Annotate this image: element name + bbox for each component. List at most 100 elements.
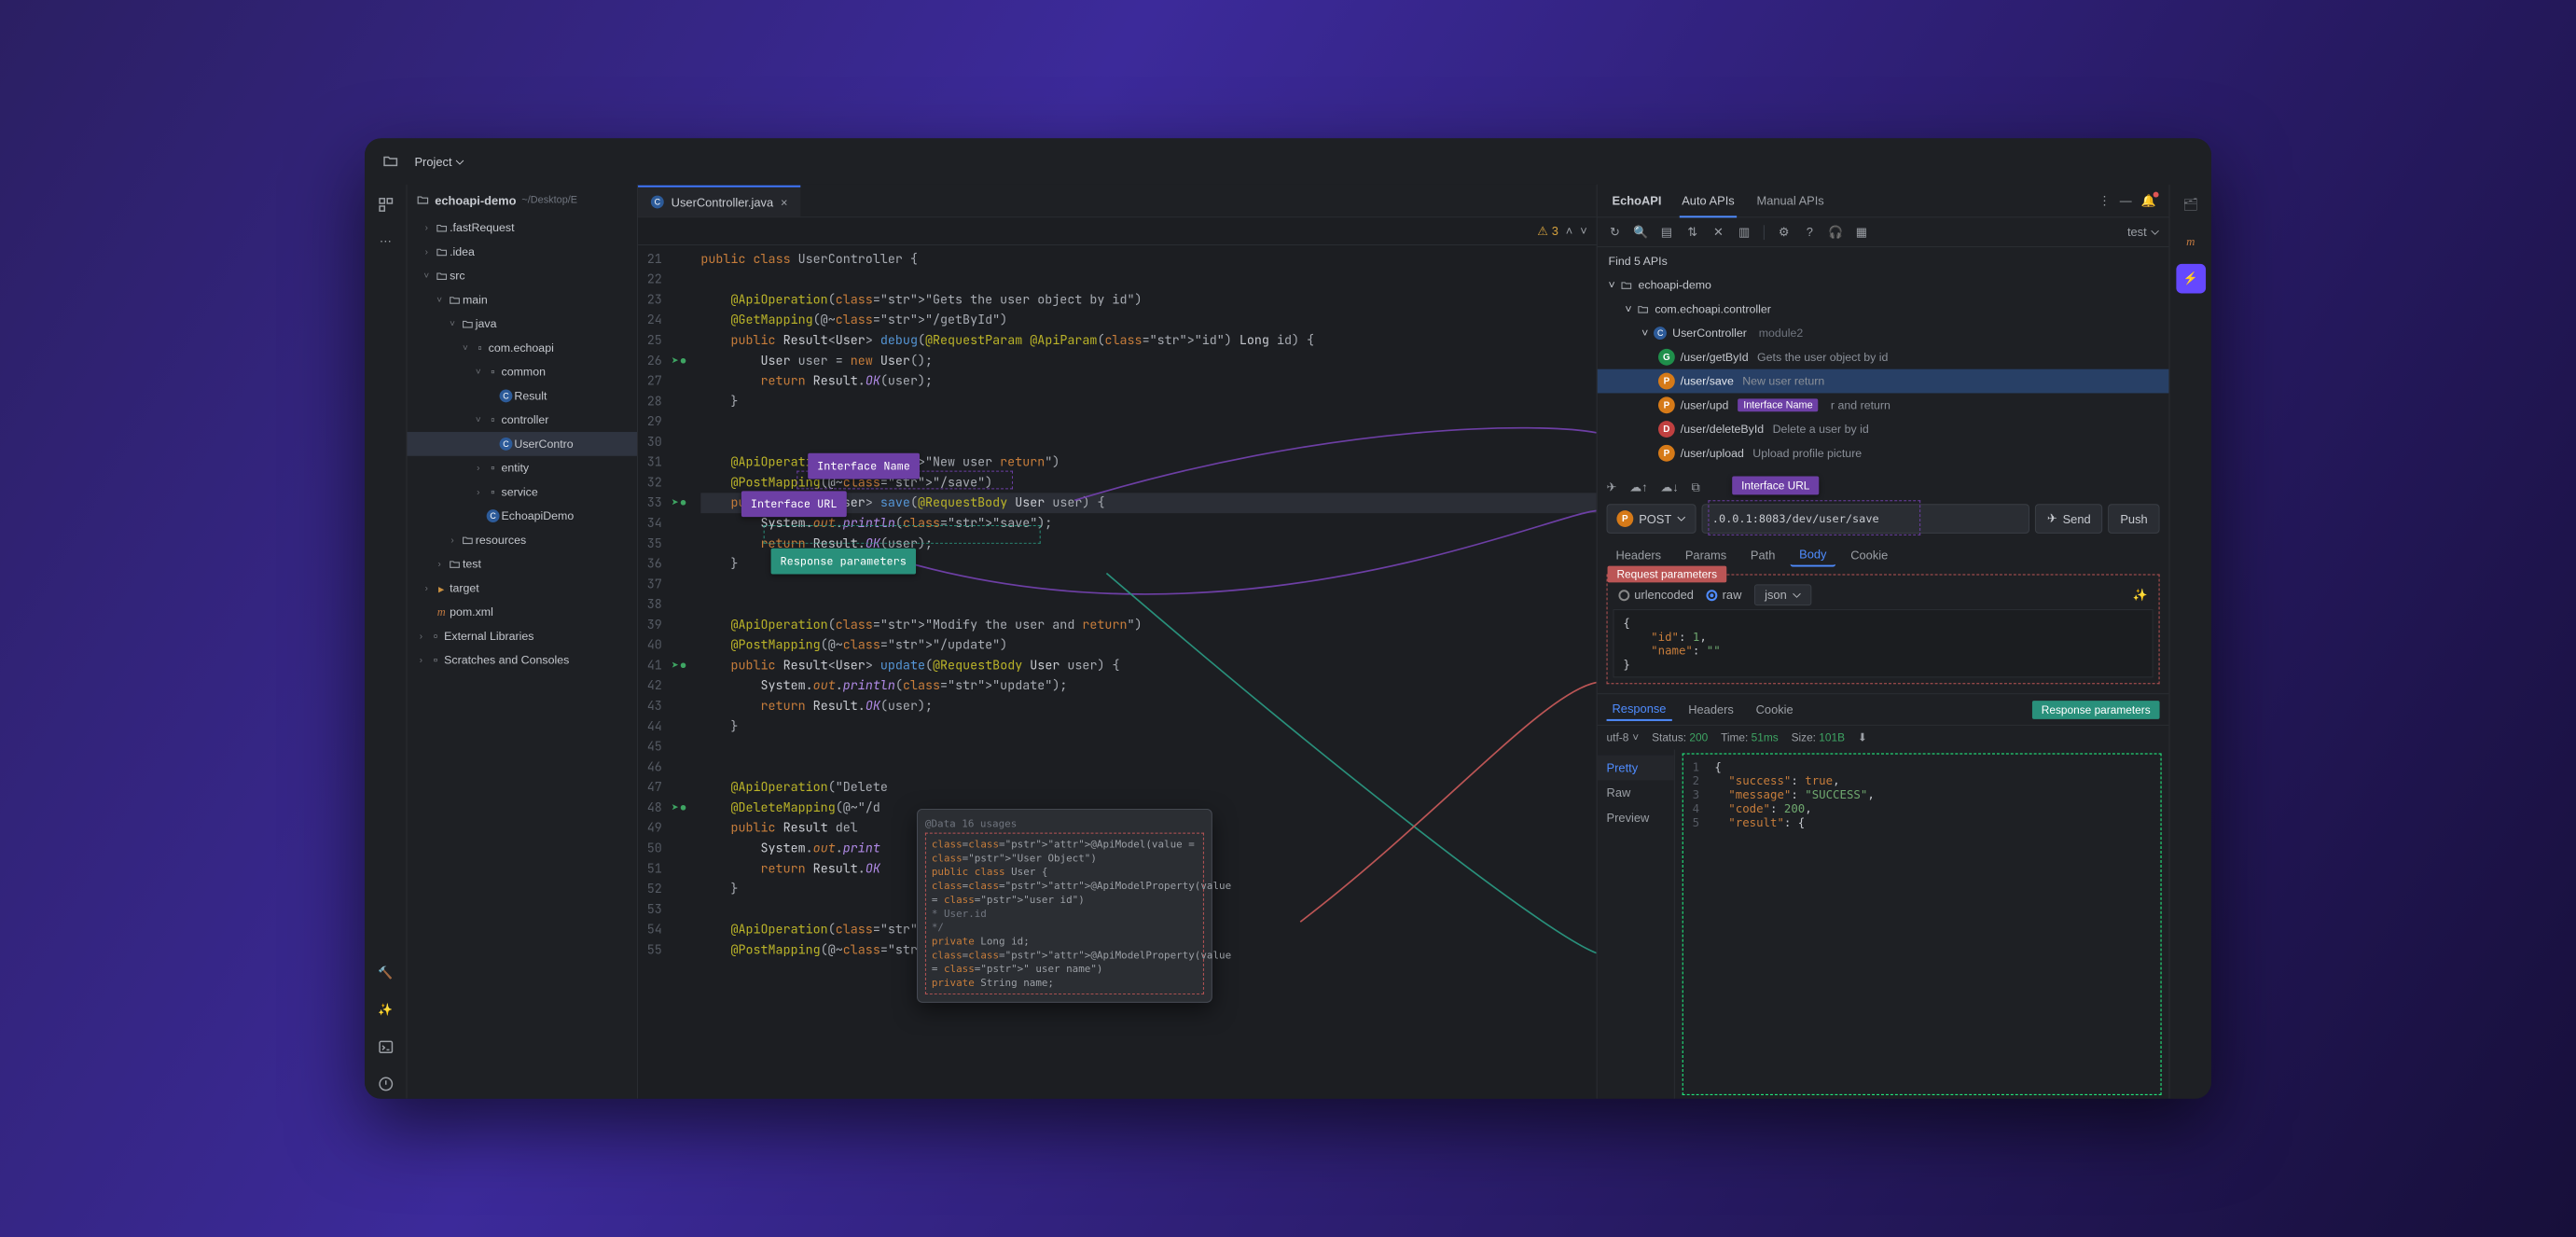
tab-path[interactable]: Path xyxy=(1741,544,1784,565)
tab-body[interactable]: Body xyxy=(1790,543,1835,566)
editor-tab[interactable]: C UserController.java × xyxy=(638,186,800,217)
view-preview[interactable]: Preview xyxy=(1598,805,1674,830)
tree-item[interactable]: ›.idea xyxy=(408,240,638,264)
headphones-icon[interactable]: 🎧 xyxy=(1827,224,1844,241)
filter-icon[interactable]: ▤ xyxy=(1658,224,1675,241)
problems-icon[interactable] xyxy=(370,1069,400,1099)
settings-icon[interactable]: ✨ xyxy=(2133,588,2148,603)
tree-item[interactable]: mpom.xml xyxy=(408,600,638,624)
maven-icon[interactable]: m xyxy=(2176,227,2206,257)
tab-response[interactable]: Response xyxy=(1607,698,1672,721)
project-icon[interactable] xyxy=(378,148,404,174)
echoapi-toolwindow-icon[interactable]: ⚡ xyxy=(2176,264,2206,294)
radio-urlencoded[interactable]: urlencoded xyxy=(1618,588,1694,602)
method-selector[interactable]: P POST xyxy=(1607,504,1697,534)
tree-item[interactable]: CEchoapiDemo xyxy=(408,504,638,528)
scroll-down-icon[interactable]: ˅ xyxy=(1580,224,1587,238)
tree-item[interactable]: CUserContro xyxy=(408,432,638,456)
tree-item[interactable]: ˅src xyxy=(408,264,638,288)
help-icon[interactable]: ? xyxy=(1801,224,1818,241)
api-tree-row[interactable]: ˅ com.echoapi.controller xyxy=(1598,297,2169,321)
titlebar: Project xyxy=(365,138,2211,185)
project-root[interactable]: echoapi-demo ~/Desktop/E xyxy=(408,185,638,216)
columns-icon[interactable]: ▥ xyxy=(1736,224,1752,241)
terminal-icon[interactable] xyxy=(370,1033,400,1063)
tree-item[interactable]: CResult xyxy=(408,384,638,409)
close-icon[interactable]: × xyxy=(781,195,788,209)
menu-icon[interactable]: ⋮ xyxy=(2098,193,2111,208)
tree-item[interactable]: ›test xyxy=(408,552,638,577)
sync-icon[interactable]: ⇅ xyxy=(1684,224,1701,241)
format-select[interactable]: json xyxy=(1754,584,1811,605)
clear-icon[interactable]: ✕ xyxy=(1710,224,1726,241)
view-pretty[interactable]: Pretty xyxy=(1598,756,1674,781)
url-input[interactable]: .0.0.1:8083/dev/user/save xyxy=(1702,504,2029,534)
api-tree-row[interactable]: G /user/getById Gets the user object by … xyxy=(1598,345,2169,369)
project-dropdown[interactable]: Project xyxy=(414,155,464,169)
left-toolwindow-bar: ⋯ 🔨 ✨ xyxy=(365,185,408,1099)
tree-item[interactable]: ›resources xyxy=(408,528,638,552)
build-icon[interactable]: 🔨 xyxy=(370,958,400,988)
request-tabs: Headers Params Path Body Cookie xyxy=(1598,541,2169,569)
more-icon[interactable]: ⋯ xyxy=(370,227,400,257)
radio-raw[interactable]: raw xyxy=(1707,588,1742,602)
upload-icon[interactable]: ☁↑ xyxy=(1629,480,1647,495)
tab-auto-apis[interactable]: Auto APIs xyxy=(1670,184,1745,217)
response-body[interactable]: 1{2 "success": true,3 "message": "SUCCES… xyxy=(1683,754,2162,1095)
encoding-select[interactable]: utf-8 ˅ xyxy=(1607,731,1640,744)
request-json-editor[interactable]: { "id": 1, "name": "" } xyxy=(1613,609,2153,677)
response-section: Response Headers Cookie Response paramet… xyxy=(1598,693,2169,1099)
gear-icon[interactable]: ⚙ xyxy=(1776,224,1793,241)
editor-panel: C UserController.java × ⚠ 3 ˄ ˅ 21222324… xyxy=(638,185,1597,1099)
api-tree[interactable]: ˅ echoapi-demo˅ com.echoapi.controller˅ … xyxy=(1598,271,2169,475)
warnings[interactable]: ⚠ 3 xyxy=(1537,224,1558,239)
send-button[interactable]: ✈ Send xyxy=(2035,504,2103,534)
tree-item[interactable]: ˅java xyxy=(408,312,638,336)
layout-icon[interactable]: ▦ xyxy=(1853,224,1870,241)
bell-icon[interactable]: 🔔 xyxy=(2141,193,2156,208)
tab-resp-cookie[interactable]: Cookie xyxy=(1751,699,1799,720)
code-area[interactable]: 2122232425262728293031323334353637383940… xyxy=(638,245,1597,1099)
refresh-icon[interactable]: ↻ xyxy=(1607,224,1624,241)
api-tree-row[interactable]: P /user/upload Upload profile picture xyxy=(1598,441,2169,466)
push-button[interactable]: Push xyxy=(2108,504,2159,534)
tree-item[interactable]: ˅▫com.echoapi xyxy=(408,336,638,360)
tab-params[interactable]: Params xyxy=(1676,544,1736,565)
download-icon[interactable]: ☁↓ xyxy=(1660,480,1678,495)
api-tree-row[interactable]: D /user/deleteById Delete a user by id xyxy=(1598,417,2169,441)
ai-icon[interactable]: ✨ xyxy=(370,995,400,1025)
tree-item[interactable]: ›▸target xyxy=(408,576,638,600)
tab-resp-headers[interactable]: Headers xyxy=(1683,699,1739,720)
scroll-up-icon[interactable]: ˄ xyxy=(1566,224,1573,238)
api-tree-row[interactable]: ˅ echoapi-demo xyxy=(1598,273,2169,298)
view-raw[interactable]: Raw xyxy=(1598,780,1674,805)
minimize-icon[interactable]: — xyxy=(2120,193,2132,208)
annot-response-params: Response parameters xyxy=(771,549,916,575)
copy-icon[interactable]: ⧉ xyxy=(1692,480,1700,495)
api-tree-row[interactable]: P /user/upd Interface Name r and return xyxy=(1598,393,2169,417)
tab-manual-apis[interactable]: Manual APIs xyxy=(1746,184,1835,217)
tree-item[interactable]: ˅▫controller xyxy=(408,408,638,432)
project-tree[interactable]: ›.fastRequest›.idea˅src˅main˅java˅▫com.e… xyxy=(408,215,638,1098)
tree-item[interactable]: ˅▫common xyxy=(408,360,638,384)
api-quick-actions: ✈ ☁↑ ☁↓ ⧉ xyxy=(1598,475,2169,497)
tab-headers[interactable]: Headers xyxy=(1607,544,1670,565)
env-selector[interactable]: test xyxy=(2127,225,2160,239)
structure-icon[interactable] xyxy=(370,190,400,220)
tree-item[interactable]: ›▫service xyxy=(408,480,638,505)
tab-cookie[interactable]: Cookie xyxy=(1841,544,1897,565)
tree-item[interactable]: ›.fastRequest xyxy=(408,215,638,240)
search-icon[interactable]: 🔍 xyxy=(1632,224,1649,241)
tree-item[interactable]: ›▫Scratches and Consoles xyxy=(408,648,638,673)
tree-item[interactable]: ˅main xyxy=(408,288,638,313)
send-icon[interactable]: ✈ xyxy=(1607,480,1617,495)
response-tabs: Response Headers Cookie Response paramet… xyxy=(1598,694,2169,726)
tree-item[interactable]: ›▫entity xyxy=(408,456,638,480)
hover-popup: @Data 16 usagesclass=class="pstr">"attr"… xyxy=(917,809,1212,1003)
api-tree-row[interactable]: ˅ C UserController module2 xyxy=(1598,321,2169,345)
editor-tabs: C UserController.java × xyxy=(638,185,1597,218)
tree-item[interactable]: ›▫External Libraries xyxy=(408,624,638,648)
download-icon[interactable]: ⬇ xyxy=(1858,731,1867,744)
api-tree-row[interactable]: P /user/save New user return xyxy=(1598,369,2169,394)
notifications-icon[interactable]: 🗂 xyxy=(2176,190,2206,220)
